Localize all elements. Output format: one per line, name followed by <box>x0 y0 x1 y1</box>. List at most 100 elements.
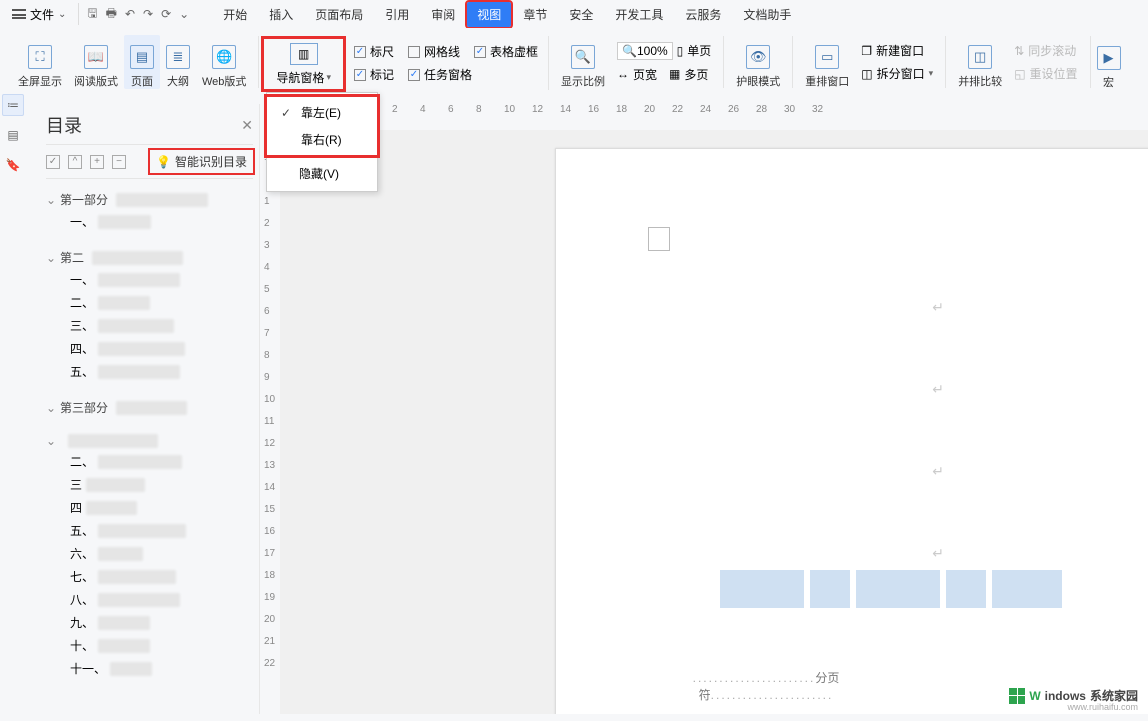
redacted-text <box>98 342 185 356</box>
ruler-checkbox[interactable]: ✓标尺 <box>354 43 394 60</box>
ruler-tick: 11 <box>264 416 274 427</box>
redo-icon[interactable]: ↷ <box>143 7 153 21</box>
toc-item[interactable]: 三、 <box>70 314 253 337</box>
toc-section[interactable]: ⌄ <box>46 432 253 450</box>
dock-right-item[interactable]: 靠右(R) <box>269 126 375 153</box>
hide-item[interactable]: 隐藏(V) <box>267 160 377 187</box>
bookmark-tab-icon[interactable]: 🔖 <box>2 154 24 176</box>
toc-item[interactable]: 九、 <box>70 611 253 634</box>
zoom-value-box[interactable]: 🔍100% <box>617 42 673 60</box>
macro-button[interactable]: ▶宏 <box>1091 36 1127 90</box>
reset-pos-button: ◱重设位置 <box>1014 65 1077 82</box>
eye-icon: 👁 <box>746 45 770 69</box>
ruler-tick: 17 <box>264 548 275 559</box>
toc-item-label: 一、 <box>70 213 94 230</box>
file-menu-button[interactable]: 文件 ⌄ <box>4 2 74 26</box>
dropdown-icon: ▾ <box>326 72 331 83</box>
toc-item[interactable]: 五、 <box>70 519 253 542</box>
task-checkbox[interactable]: ✓任务窗格 <box>408 66 472 83</box>
reading-button[interactable]: 📖阅读版式 <box>68 35 124 89</box>
print-icon[interactable]: 🖶 <box>106 4 117 25</box>
hide-label: 隐藏(V) <box>299 165 339 182</box>
toc-section[interactable]: ⌄第三部分 <box>46 397 253 418</box>
chevron-down-icon: ⌄ <box>46 251 56 265</box>
zoom-button[interactable]: 🔍显示比例 <box>555 35 611 89</box>
tab-layout[interactable]: 页面布局 <box>305 2 373 27</box>
toc-item[interactable]: 四、 <box>70 337 253 360</box>
toc-item[interactable]: 二、 <box>70 450 253 473</box>
single-page-icon[interactable]: ▯ <box>677 44 684 58</box>
tab-cloud[interactable]: 云服务 <box>675 2 731 27</box>
ruler-tick: 2 <box>392 104 398 115</box>
thumbnail-tab-icon[interactable]: ▤ <box>2 124 24 146</box>
toc-item[interactable]: 十一、 <box>70 657 253 680</box>
tab-view[interactable]: 视图 <box>467 2 511 27</box>
vertical-ruler[interactable]: 2112345678910111213141516171819202122 <box>260 122 280 714</box>
toc-item[interactable]: 四 <box>70 496 253 519</box>
eye-care-button[interactable]: 👁护眼模式 <box>730 35 786 89</box>
tab-security[interactable]: 安全 <box>559 2 603 27</box>
compare-button[interactable]: ◫并排比较 <box>952 35 1008 89</box>
toc-section[interactable]: ⌄第二 <box>46 247 253 268</box>
new-window-button[interactable]: ❐新建窗口 <box>861 42 933 59</box>
toc-item[interactable]: 五、 <box>70 360 253 383</box>
save-icon[interactable]: 🖫 <box>87 4 97 25</box>
toc-item[interactable]: 七、 <box>70 565 253 588</box>
tab-start[interactable]: 开始 <box>213 2 257 27</box>
fullscreen-button[interactable]: ⛶全屏显示 <box>12 35 68 89</box>
ruler-tick: 30 <box>784 104 795 115</box>
redacted-text <box>68 434 158 448</box>
toc-item[interactable]: 六、 <box>70 542 253 565</box>
undo-icon[interactable]: ↶ <box>125 7 135 21</box>
nav-pane-button[interactable]: ▥ 导航窗格▾ <box>261 36 346 92</box>
toc-item[interactable]: 一、 <box>70 268 253 291</box>
tab-helper[interactable]: 文档助手 <box>733 2 801 27</box>
web-icon: 🌐 <box>212 45 236 69</box>
horizontal-ruler[interactable]: 6422468101214161820222426283032 <box>260 104 1148 122</box>
ruler-tick: 20 <box>644 104 655 115</box>
close-icon[interactable]: ✕ <box>241 117 253 134</box>
expand-all-icon[interactable]: ✓ <box>46 155 60 169</box>
more-icon[interactable]: ⌄ <box>179 7 189 21</box>
ruler-tick: 15 <box>264 504 275 515</box>
web-button[interactable]: 🌐Web版式 <box>196 35 252 89</box>
page[interactable]: ↵ ↵ ↵ ↵ 分页符 <box>555 148 1148 714</box>
mark-checkbox[interactable]: ✓标记 <box>354 66 394 83</box>
page-button[interactable]: ▤页面 <box>124 35 160 89</box>
toc-item[interactable]: 十、 <box>70 634 253 657</box>
tab-chapter[interactable]: 章节 <box>513 2 557 27</box>
ruler-tick: 21 <box>264 636 275 647</box>
tab-insert[interactable]: 插入 <box>259 2 303 27</box>
document-area[interactable]: ↵ ↵ ↵ ↵ 分页符 <box>280 130 1148 714</box>
refresh-icon[interactable]: ⟳ <box>161 7 171 21</box>
toc-item-label: 四、 <box>70 340 94 357</box>
grid-checkbox[interactable]: 网格线 <box>408 43 460 60</box>
collapse-all-icon[interactable]: ^ <box>68 155 82 169</box>
toc-item[interactable]: 二、 <box>70 291 253 314</box>
tab-review[interactable]: 审阅 <box>421 2 465 27</box>
tab-ref[interactable]: 引用 <box>375 2 419 27</box>
multi-page-icon[interactable]: ▦ <box>669 67 680 81</box>
demote-icon[interactable]: − <box>112 155 126 169</box>
tab-dev[interactable]: 开发工具 <box>605 2 673 27</box>
redacted-text <box>116 193 208 207</box>
smart-toc-button[interactable]: 💡智能识别目录 <box>150 150 253 173</box>
multi-page-label: 多页 <box>684 66 708 83</box>
dock-left-item[interactable]: ✓靠左(E) <box>269 99 375 126</box>
rearrange-button[interactable]: ▭重排窗口 <box>799 35 855 89</box>
toc-item-label: 九、 <box>70 614 94 631</box>
check-icon: ✓ <box>281 106 293 120</box>
toc-item[interactable]: 一、 <box>70 210 253 233</box>
outline-button[interactable]: ≣大纲 <box>160 35 196 89</box>
page-width-icon[interactable]: ↔ <box>617 67 629 81</box>
virtual-checkbox[interactable]: ✓表格虚框 <box>474 43 538 60</box>
toc-tab-icon[interactable]: ≔ <box>2 94 24 116</box>
promote-icon[interactable]: + <box>90 155 104 169</box>
ruler-tick: 1 <box>264 196 270 207</box>
split-window-button[interactable]: ◫拆分窗口▾ <box>861 65 933 82</box>
toc-section[interactable]: ⌄第一部分 <box>46 189 253 210</box>
toc-item[interactable]: 八、 <box>70 588 253 611</box>
redacted-text <box>98 296 150 310</box>
toc-item[interactable]: 三 <box>70 473 253 496</box>
ruler-tick: 4 <box>264 262 270 273</box>
